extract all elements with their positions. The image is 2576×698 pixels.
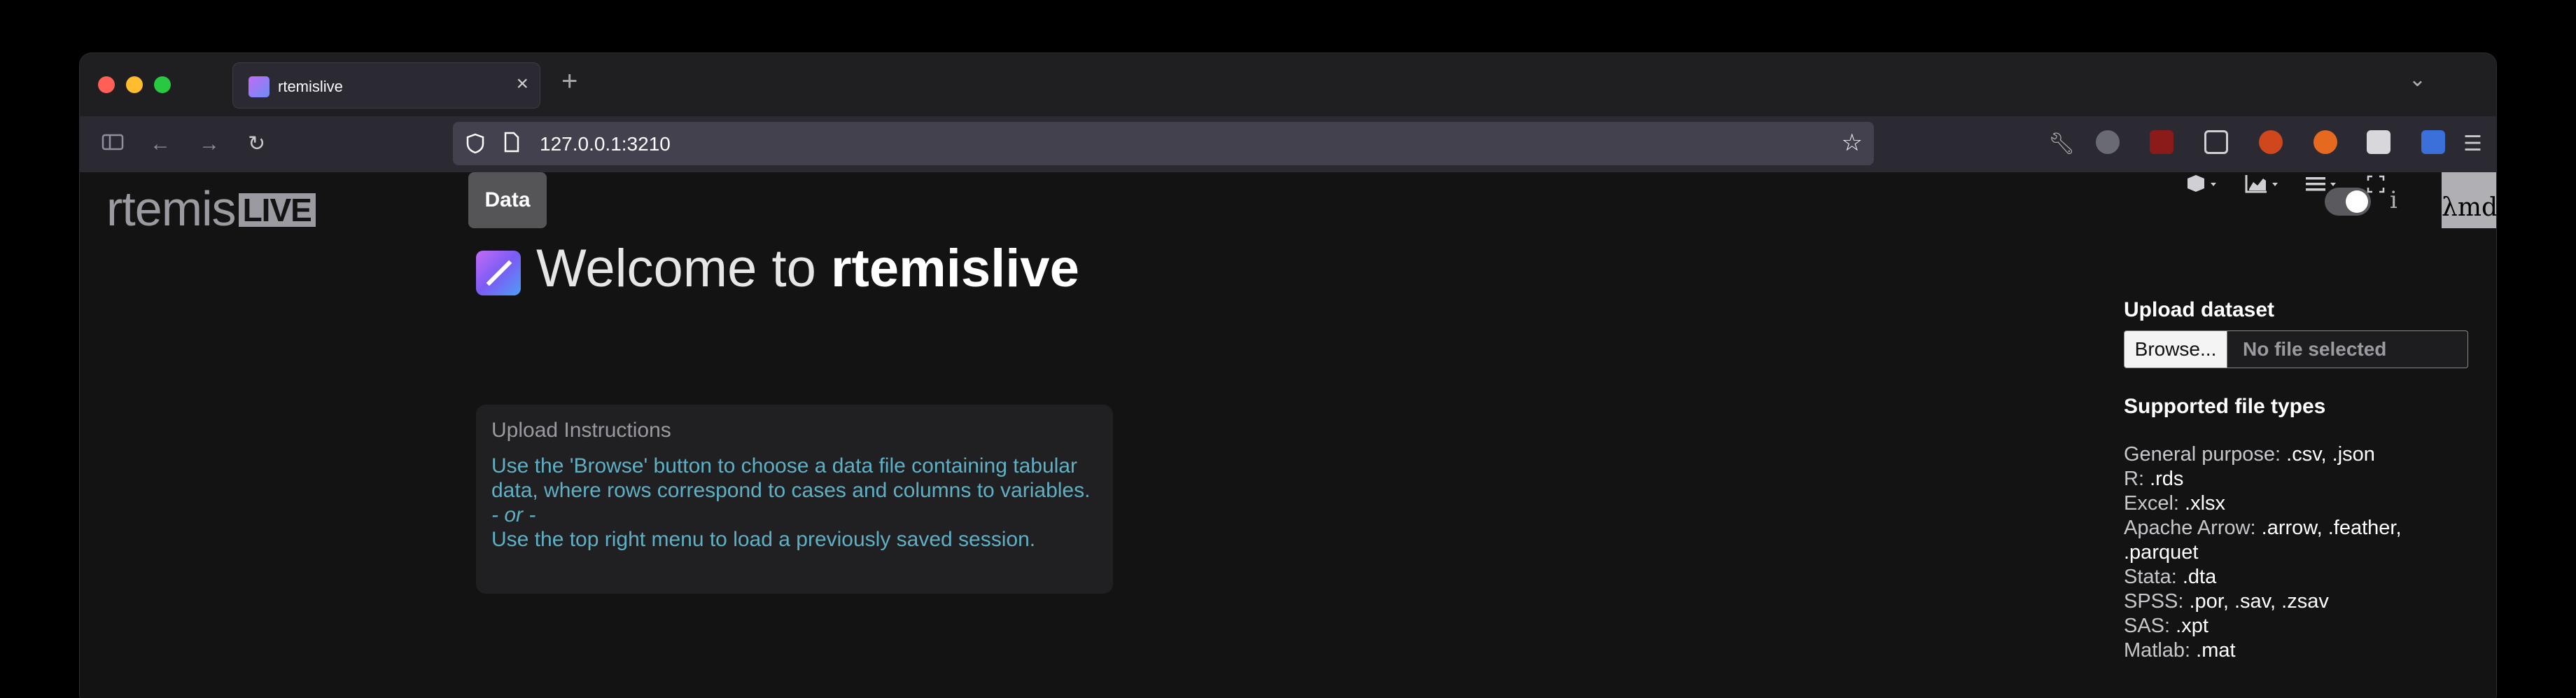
app-content: rtemis LIVE Data Welcome to rtemislive Up…: [80, 172, 2496, 698]
file-input: Browse... No file selected: [2124, 330, 2474, 368]
page-icon: [503, 132, 520, 158]
upload-dataset-label: Upload dataset: [2124, 298, 2275, 321]
zoom-window-button[interactable]: [154, 76, 171, 93]
globe-extension-icon[interactable]: [2096, 130, 2120, 154]
reload-icon[interactable]: ↻: [248, 130, 265, 158]
instructions-or: - or -: [491, 503, 536, 526]
instructions-line1: Use the 'Browse' button to choose a data…: [491, 454, 1091, 502]
page-title: Welcome to rtemislive: [536, 238, 1079, 299]
file-type-item: Matlab: .mat: [2124, 639, 2236, 662]
tab-title: rtemislive: [278, 78, 343, 95]
orange-extension-icon[interactable]: [2314, 130, 2337, 154]
file-type-item: Stata: .dta: [2124, 566, 2217, 588]
cube-menu-icon[interactable]: [2185, 172, 2220, 202]
file-type-item: Apache Arrow: .arrow, .feather, .parquet: [2124, 517, 2402, 564]
rtemislive-favicon-icon: [248, 76, 270, 97]
new-tab-icon[interactable]: +: [561, 67, 578, 95]
tab-data[interactable]: Data: [468, 172, 547, 228]
file-type-item: SPSS: .por, .sav, .zsav: [2124, 590, 2329, 613]
info-icon[interactable]: i: [2390, 186, 2398, 214]
sidebar-icon[interactable]: [101, 130, 125, 162]
star-icon[interactable]: ☆: [1842, 129, 1863, 157]
instructions-text: Use the 'Browse' button to choose a data…: [491, 454, 1093, 552]
upload-sidebar: Upload dataset Browse... No file selecte…: [2124, 298, 2474, 663]
browse-button[interactable]: Browse...: [2124, 330, 2227, 368]
chart-extension-icon[interactable]: [2259, 130, 2283, 154]
theme-toggle[interactable]: [2325, 188, 2371, 216]
close-window-button[interactable]: [98, 76, 115, 93]
chart-menu-icon[interactable]: [2244, 172, 2283, 202]
minimize-window-button[interactable]: [126, 76, 143, 93]
upload-instructions-panel: Upload Instructions Use the 'Browse' but…: [476, 405, 1113, 594]
brand-main-text: rtemis: [106, 181, 237, 236]
url-text[interactable]: 127.0.0.1:3210: [540, 133, 671, 155]
supported-types-title: Supported file types: [2124, 395, 2326, 418]
instructions-title: Upload Instructions: [491, 419, 671, 442]
tab-strip: rtemislive × + ⌄: [80, 53, 2496, 116]
file-type-item: SAS: .xpt: [2124, 615, 2208, 637]
shield-icon[interactable]: [465, 133, 485, 159]
supported-types-list: General purpose: .csv, .json R: .rds Exc…: [2124, 442, 2474, 663]
file-type-item: R: .rds: [2124, 468, 2184, 490]
url-bar[interactable]: 127.0.0.1:3210 ☆: [453, 122, 1874, 165]
document-extension-icon[interactable]: [2367, 130, 2390, 154]
navigation-bar: ← → ↻ 127.0.0.1:3210 ☆ 🔧︎ ☰: [80, 116, 2496, 172]
close-tab-icon[interactable]: ×: [516, 74, 528, 95]
browser-tab[interactable]: rtemislive ×: [232, 62, 540, 109]
back-icon[interactable]: ←: [150, 130, 171, 158]
welcome-prefix: Welcome to: [536, 239, 831, 298]
rtemislive-logo-icon: [476, 251, 521, 295]
brand-logo: rtemis LIVE: [106, 181, 316, 237]
brand-live-text: LIVE: [238, 193, 316, 227]
forward-icon[interactable]: →: [199, 130, 220, 158]
chevron-down-icon[interactable]: ⌄: [2409, 67, 2426, 92]
file-type-item: General purpose: .csv, .json: [2124, 443, 2375, 466]
blue-extension-icon[interactable]: [2421, 130, 2445, 154]
file-name-field[interactable]: No file selected: [2227, 330, 2468, 368]
menu-icon[interactable]: ☰: [2463, 130, 2482, 158]
toggle-knob: [2346, 190, 2368, 213]
ublock-extension-icon[interactable]: [2150, 130, 2174, 154]
instructions-line2: Use the top right menu to load a previou…: [491, 528, 1036, 551]
browser-window: rtemislive × + ⌄ ← → ↻ 127.0.0.1:3210 ☆ …: [79, 53, 2497, 698]
file-type-item: Excel: .xlsx: [2124, 492, 2226, 515]
corner-logo: λmd: [2442, 172, 2496, 228]
grid-extension-icon[interactable]: [2204, 130, 2228, 154]
wrench-icon[interactable]: 🔧︎: [2048, 130, 2075, 158]
welcome-app-name: rtemislive: [830, 239, 1079, 298]
